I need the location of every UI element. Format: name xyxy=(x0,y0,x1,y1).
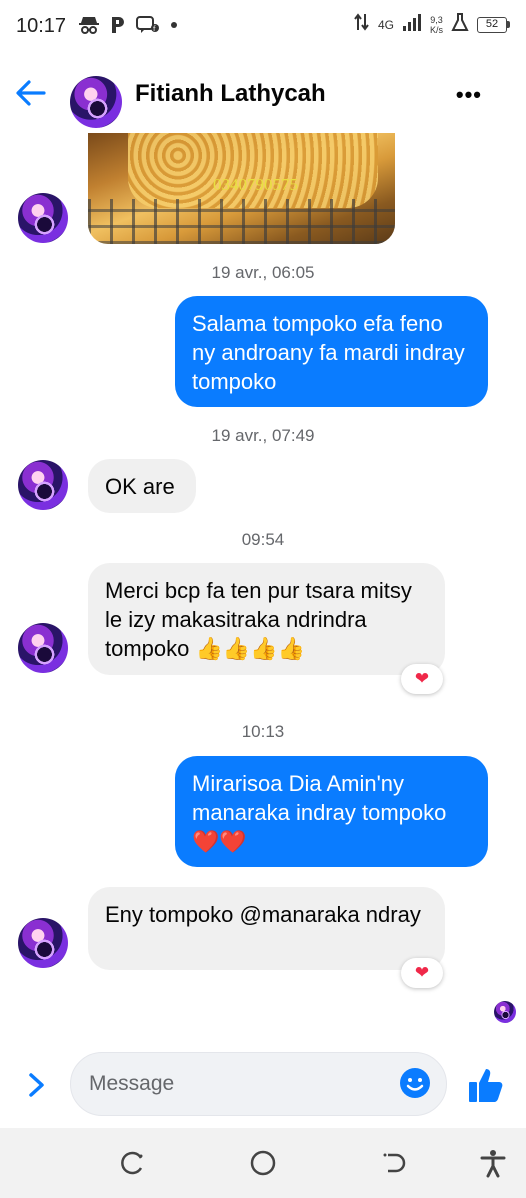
network-speed: 9,3 K/s xyxy=(430,15,443,35)
network-type: 4G xyxy=(377,17,394,32)
sender-avatar[interactable] xyxy=(18,193,68,243)
p-app-icon xyxy=(110,15,126,38)
signal-icon xyxy=(402,12,422,37)
battery-tip xyxy=(507,21,510,28)
incoming-message-bubble[interactable]: Eny tompoko @manaraka ndray xyxy=(88,887,445,970)
expand-actions-button[interactable] xyxy=(24,1070,50,1100)
status-right-icons: 4G 9,3 K/s 52 xyxy=(354,12,510,37)
back-nav-icon xyxy=(383,1153,406,1173)
contact-avatar[interactable] xyxy=(70,76,122,128)
message-composer xyxy=(0,1050,526,1120)
chevron-right-icon xyxy=(29,1073,44,1097)
message-timestamp: 09:54 xyxy=(241,530,285,549)
data-arrows-icon xyxy=(354,12,370,37)
heart-reaction-icon[interactable]: ❤ xyxy=(401,958,443,988)
heart-reaction-icon[interactable]: ❤ xyxy=(401,664,443,694)
photo-message[interactable]: 0340790575 xyxy=(88,133,395,244)
status-bar: 10:17 f 4G 9,3 K/s 52 xyxy=(0,0,526,52)
recent-apps-icon xyxy=(121,1151,143,1175)
photo-phone-number: 0340790575 xyxy=(213,175,298,194)
back-button[interactable] xyxy=(14,78,48,108)
accessibility-button[interactable] xyxy=(478,1148,508,1178)
incoming-message-bubble[interactable]: Merci bcp fa ten pur tsara mitsy le izy … xyxy=(88,563,445,675)
battery-icon: 52 xyxy=(477,16,510,33)
recent-apps-button[interactable] xyxy=(118,1148,148,1178)
sender-avatar[interactable] xyxy=(18,460,68,510)
status-time: 10:17 xyxy=(16,14,67,37)
message-timestamp: 19 avr., 07:49 xyxy=(211,426,315,445)
arrow-left-icon xyxy=(16,80,46,106)
message-timestamp: 19 avr., 06:05 xyxy=(211,263,315,282)
incognito-icon xyxy=(78,15,100,38)
like-button[interactable] xyxy=(466,1065,506,1105)
more-options-button[interactable]: ••• xyxy=(456,82,482,108)
smiley-icon xyxy=(400,1068,430,1098)
flask-icon xyxy=(451,12,469,37)
seen-indicator-avatar xyxy=(494,1001,516,1023)
outgoing-message-bubble[interactable]: Mirarisoa Dia Amin'ny manaraka indray to… xyxy=(175,756,488,867)
android-navigation-bar xyxy=(0,1128,526,1198)
back-nav-button[interactable] xyxy=(380,1148,410,1178)
message-input[interactable] xyxy=(70,1052,447,1116)
home-button[interactable] xyxy=(248,1148,278,1178)
home-circle-icon xyxy=(250,1150,276,1176)
status-notification-icons: f xyxy=(78,15,178,38)
message-timestamp: 10:13 xyxy=(241,722,285,741)
outgoing-message-bubble[interactable]: Salama tompoko efa feno ny androany fa m… xyxy=(175,296,488,407)
thumbs-up-icon xyxy=(469,1069,503,1102)
incoming-message-bubble[interactable]: OK are xyxy=(88,459,196,513)
emoji-button[interactable] xyxy=(399,1067,431,1099)
messenger-notification-icon: f xyxy=(136,15,160,38)
conversation-header: Fitianh Lathycah ••• xyxy=(0,60,526,128)
speed-unit: K/s xyxy=(429,24,443,35)
sender-avatar[interactable] xyxy=(18,918,68,968)
sender-avatar[interactable] xyxy=(18,623,68,673)
battery-level: 52 xyxy=(477,16,507,33)
honeycomb-image xyxy=(128,133,378,208)
accessibility-icon xyxy=(480,1150,506,1178)
contact-name[interactable]: Fitianh Lathycah xyxy=(135,80,326,108)
photo-grid-pattern xyxy=(88,199,395,244)
speed-value: 9,3 xyxy=(430,14,443,25)
dot-icon xyxy=(170,15,178,38)
